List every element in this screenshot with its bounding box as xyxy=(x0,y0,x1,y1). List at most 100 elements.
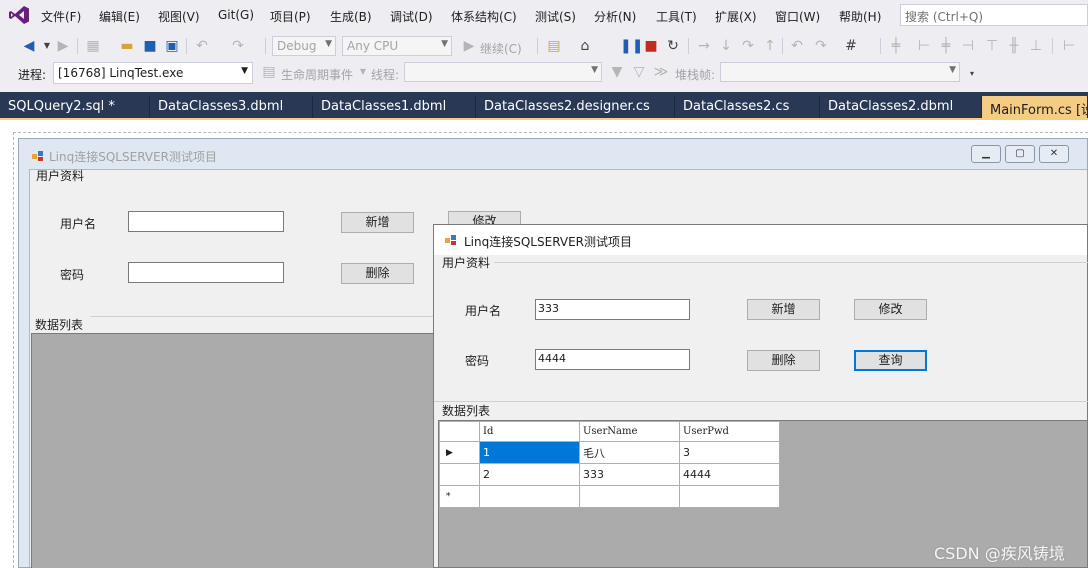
current-row-indicator-icon[interactable]: ▶ xyxy=(439,441,480,464)
toolbar-overflow-icon[interactable]: ▾ xyxy=(963,65,981,83)
menu-project[interactable]: 项目(P) xyxy=(270,8,311,25)
thread-select[interactable]: ▼ xyxy=(404,62,602,82)
table-row[interactable]: ▶ 1 毛八 3 xyxy=(439,441,780,464)
cell-userpwd[interactable]: 4444 xyxy=(679,463,780,486)
menu-test[interactable]: 测试(S) xyxy=(535,8,576,25)
tab-dataclasses3-dbml[interactable]: DataClasses3.dbml xyxy=(150,96,313,120)
running-form-titlebar[interactable]: Linq连接SQLSERVER测试项目 xyxy=(434,225,1087,255)
continue-label[interactable]: 继续(C) xyxy=(480,40,522,57)
maximize-icon[interactable]: ▢ xyxy=(1005,145,1035,163)
filter-icon[interactable]: ▼ xyxy=(608,63,626,81)
menu-edit[interactable]: 编辑(E) xyxy=(99,8,140,25)
continue-icon[interactable]: ▶ xyxy=(460,37,478,55)
edit-button[interactable]: 修改 xyxy=(854,299,927,320)
grid-snap-icon[interactable]: # xyxy=(842,37,860,55)
new-row-asterisk-icon[interactable]: * xyxy=(439,485,480,508)
redo-icon[interactable]: ↷ xyxy=(229,37,247,55)
close-icon[interactable]: ✕ xyxy=(1039,145,1069,163)
new-project-icon[interactable]: ▦ xyxy=(84,37,102,55)
cell-userpwd[interactable]: 3 xyxy=(679,441,780,464)
back-icon[interactable]: ◀ xyxy=(20,37,38,55)
menu-git[interactable]: Git(G) xyxy=(218,8,254,22)
solution-config-select[interactable]: Debug ▼ xyxy=(272,36,336,56)
delete-button[interactable]: 删除 xyxy=(341,263,414,284)
pause-icon[interactable]: ❚❚ xyxy=(620,37,643,55)
redo-designer-icon[interactable]: ↷ xyxy=(812,37,830,55)
align-grid-icon[interactable]: ╪ xyxy=(887,37,905,55)
tab-mainform-design[interactable]: MainForm.cs [设计] xyxy=(982,96,1088,120)
column-header-username[interactable]: UserName xyxy=(579,421,680,442)
menu-window[interactable]: 窗口(W) xyxy=(775,8,820,25)
align-center-icon[interactable]: ╪ xyxy=(937,37,955,55)
process-select[interactable]: [16768] LinqTest.exe ▼ xyxy=(53,62,253,84)
username-field[interactable] xyxy=(128,211,284,232)
forward-icon[interactable]: ▶ xyxy=(54,37,72,55)
menu-view[interactable]: 视图(V) xyxy=(158,8,200,25)
save-icon[interactable]: ■ xyxy=(141,37,159,55)
cell-id[interactable]: 2 xyxy=(479,463,580,486)
row-header[interactable] xyxy=(439,463,480,486)
menu-file[interactable]: 文件(F) xyxy=(41,8,81,25)
step-over-icon[interactable]: ↷ xyxy=(739,37,757,55)
cell-id[interactable]: 1 xyxy=(479,441,580,464)
cell-username[interactable] xyxy=(579,485,680,508)
minimize-icon[interactable]: ▁ xyxy=(971,145,1001,163)
column-header-id[interactable]: Id xyxy=(479,421,580,442)
undo-icon[interactable]: ↶ xyxy=(193,37,211,55)
stop-icon[interactable]: ■ xyxy=(642,37,660,55)
stack-frame-select[interactable]: ▼ xyxy=(720,62,960,82)
home-icon[interactable]: ⌂ xyxy=(576,37,594,55)
step-out-icon[interactable]: ↑ xyxy=(761,37,779,55)
make-same-width-icon[interactable]: ⊢ xyxy=(1060,37,1078,55)
query-button[interactable]: 查询 xyxy=(854,350,927,371)
filter-clear-icon[interactable]: ▽ xyxy=(630,63,648,81)
align-bottom-icon[interactable]: ⊥ xyxy=(1027,37,1045,55)
password-field[interactable]: 4444 xyxy=(535,349,690,370)
delete-button[interactable]: 删除 xyxy=(747,350,820,371)
align-right-icon[interactable]: ⊣ xyxy=(959,37,977,55)
menu-extensions[interactable]: 扩展(X) xyxy=(715,8,757,25)
cell-username[interactable]: 毛八 xyxy=(579,441,680,464)
add-button[interactable]: 新增 xyxy=(747,299,820,320)
lifecycle-dropdown-icon[interactable]: ▼ xyxy=(354,63,372,81)
menu-build[interactable]: 生成(B) xyxy=(330,8,372,25)
menu-help[interactable]: 帮助(H) xyxy=(839,8,881,25)
tab-dataclasses2-dbml[interactable]: DataClasses2.dbml xyxy=(820,96,982,120)
menu-architecture[interactable]: 体系结构(C) xyxy=(451,8,517,25)
restart-icon[interactable]: ↻ xyxy=(664,37,682,55)
username-field[interactable]: 333 xyxy=(535,299,690,320)
menu-debug[interactable]: 调试(D) xyxy=(390,8,433,25)
flag-threads-icon[interactable]: ≫ xyxy=(652,63,670,81)
menu-analyze[interactable]: 分析(N) xyxy=(594,8,636,25)
cell-userpwd[interactable] xyxy=(679,485,780,508)
column-header-userpwd[interactable]: UserPwd xyxy=(679,421,780,442)
tab-dataclasses2-designer-cs[interactable]: DataClasses2.designer.cs xyxy=(476,96,675,120)
tab-dataclasses1-dbml[interactable]: DataClasses1.dbml xyxy=(313,96,476,120)
save-all-icon[interactable]: ▣ xyxy=(163,37,181,55)
lifecycle-events-label[interactable]: 生命周期事件 xyxy=(281,66,353,83)
browse-icon[interactable]: ▤ xyxy=(545,37,563,55)
align-middle-icon[interactable]: ╫ xyxy=(1005,37,1023,55)
design-form-titlebar[interactable]: Linq连接SQLSERVER测试项目 ▁ ▢ ✕ xyxy=(19,139,1087,169)
search-input[interactable]: 搜索 (Ctrl+Q) xyxy=(900,4,1088,26)
new-row[interactable]: * xyxy=(439,485,780,508)
cell-username[interactable]: 333 xyxy=(579,463,680,486)
data-grid-placeholder[interactable] xyxy=(31,333,435,568)
tab-dataclasses2-cs[interactable]: DataClasses2.cs xyxy=(675,96,820,120)
platform-select[interactable]: Any CPU ▼ xyxy=(342,36,452,56)
add-button[interactable]: 新增 xyxy=(341,212,414,233)
show-next-statement-icon[interactable]: → xyxy=(695,37,713,55)
undo-designer-icon[interactable]: ↶ xyxy=(788,37,806,55)
step-into-icon[interactable]: ↓ xyxy=(717,37,735,55)
lifecycle-events-icon[interactable]: ▤ xyxy=(260,63,278,81)
password-field[interactable] xyxy=(128,262,284,283)
grid-corner-header[interactable] xyxy=(439,421,480,442)
align-left-icon[interactable]: ⊢ xyxy=(915,37,933,55)
running-form-window[interactable]: Linq连接SQLSERVER测试项目 用户资料 用户名 333 新增 修改 密… xyxy=(433,224,1088,568)
table-row[interactable]: 2 333 4444 xyxy=(439,463,780,486)
tab-sqlquery2[interactable]: SQLQuery2.sql * xyxy=(0,96,150,120)
align-top-icon[interactable]: ⊤ xyxy=(983,37,1001,55)
open-folder-icon[interactable]: ▬ xyxy=(118,37,136,55)
cell-id[interactable] xyxy=(479,485,580,508)
menu-tools[interactable]: 工具(T) xyxy=(656,8,697,25)
